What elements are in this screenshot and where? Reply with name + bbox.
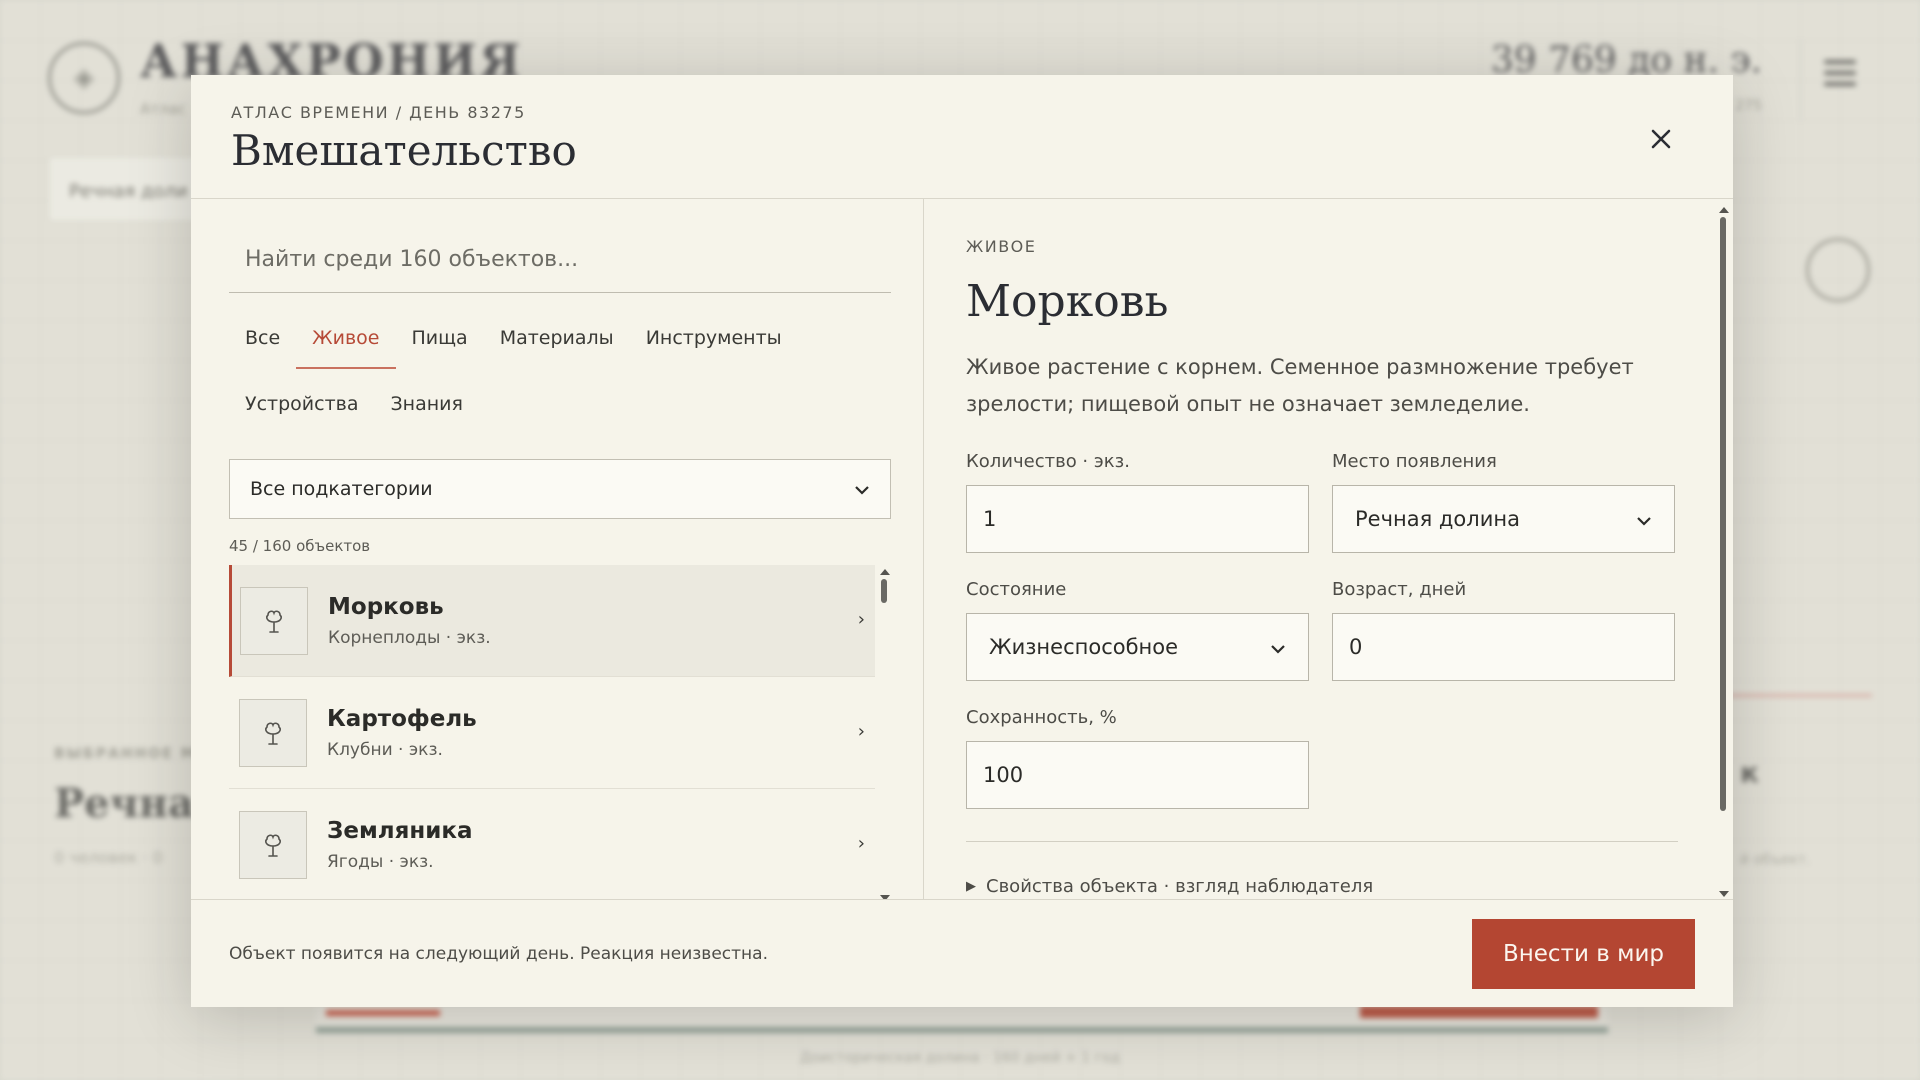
modal-title: Вмешательство bbox=[231, 126, 577, 175]
place-select[interactable]: Речная долина bbox=[1332, 485, 1675, 553]
properties-toggle-label: Свойства объекта · взгляд наблюдателя bbox=[986, 876, 1374, 897]
tab-tools[interactable]: Инструменты bbox=[630, 309, 798, 369]
triangle-right-icon: ▶ bbox=[966, 879, 976, 894]
menu-icon bbox=[1824, 60, 1856, 88]
submit-button[interactable]: Внести в мир bbox=[1472, 918, 1695, 989]
age-input[interactable]: 0 bbox=[1332, 613, 1675, 681]
tab-knowledge[interactable]: Знания bbox=[374, 375, 478, 435]
chevron-right-icon: › bbox=[857, 833, 865, 854]
tab-living[interactable]: Живое bbox=[296, 309, 396, 369]
preservation-label: Сохранность, % bbox=[966, 707, 1117, 728]
background-timeline-button bbox=[1360, 1006, 1598, 1018]
plant-icon bbox=[239, 698, 307, 767]
subcategory-value: Все подкатегории bbox=[250, 478, 433, 500]
item-name: Морковь bbox=[328, 593, 444, 620]
search-input[interactable] bbox=[229, 227, 891, 293]
background-right-meta: й объект. bbox=[1740, 852, 1811, 868]
background-timeline-marker bbox=[326, 1010, 440, 1016]
category-tabs: Все Живое Пища Материалы Инструменты bbox=[229, 309, 891, 369]
intervention-modal: АТЛАС ВРЕМЕНИ / ДЕНЬ 83275 Вмешательство… bbox=[191, 75, 1733, 1007]
close-button[interactable] bbox=[1645, 123, 1677, 155]
detail-pane: ЖИВОЕ Морковь Живое растение с корнем. С… bbox=[925, 199, 1733, 899]
current-date-sub: 275 bbox=[1735, 98, 1762, 114]
background-footer: Доисторическая долина · 160 дней + 1 год bbox=[800, 1050, 1121, 1066]
category-tabs-row2: Устройства Знания bbox=[229, 375, 891, 435]
list-item[interactable]: Земляника Ягоды · экз. › bbox=[229, 789, 875, 899]
scroll-down-icon[interactable] bbox=[1719, 891, 1729, 897]
detail-category: ЖИВОЕ bbox=[966, 237, 1037, 256]
chevron-down-icon bbox=[1636, 507, 1652, 531]
quantity-label: Количество · экз. bbox=[966, 451, 1130, 472]
tab-materials[interactable]: Материалы bbox=[484, 309, 630, 369]
age-label: Возраст, дней bbox=[1332, 579, 1467, 600]
background-meta: 0 человек · 0 bbox=[54, 848, 163, 867]
background-section-label: ВЫБРАННОЕ М bbox=[54, 746, 197, 762]
item-subtitle: Корнеплоды · экз. bbox=[328, 627, 491, 648]
quantity-field: Количество · экз. 1 bbox=[966, 451, 1309, 553]
preservation-field: Сохранность, % 100 bbox=[966, 707, 1309, 809]
detail-scrollbar[interactable] bbox=[1717, 207, 1731, 899]
place-value: Речная долина bbox=[1355, 507, 1520, 531]
scroll-thumb[interactable] bbox=[881, 579, 887, 603]
chevron-right-icon: › bbox=[857, 609, 865, 630]
quantity-value: 1 bbox=[983, 507, 997, 531]
subcategory-select[interactable]: Все подкатегории bbox=[229, 459, 891, 519]
state-label: Состояние bbox=[966, 579, 1067, 600]
tab-food[interactable]: Пища bbox=[396, 309, 484, 369]
state-field: Состояние Жизнеспособное bbox=[966, 579, 1309, 681]
item-subtitle: Ягоды · экз. bbox=[327, 851, 434, 872]
breadcrumb: АТЛАС ВРЕМЕНИ / ДЕНЬ 83275 bbox=[231, 103, 526, 122]
state-value: Жизнеспособное bbox=[989, 635, 1179, 659]
header-divider bbox=[1800, 40, 1801, 120]
scroll-up-icon[interactable] bbox=[880, 569, 890, 575]
detail-title: Морковь bbox=[966, 276, 1169, 327]
form-divider bbox=[966, 841, 1678, 842]
scroll-thumb[interactable] bbox=[1720, 217, 1726, 811]
tab-devices[interactable]: Устройства bbox=[229, 375, 374, 435]
scroll-up-icon[interactable] bbox=[1719, 207, 1729, 213]
list-scrollbar[interactable] bbox=[877, 565, 891, 899]
list-item[interactable]: Морковь Корнеплоды · экз. › bbox=[229, 565, 875, 677]
tab-all[interactable]: Все bbox=[229, 309, 296, 369]
detail-form: Количество · экз. 1 Место появления Речн… bbox=[966, 451, 1678, 809]
chevron-down-icon bbox=[1270, 635, 1286, 659]
brand-subtitle: Атлас bbox=[140, 100, 187, 118]
place-label: Место появления bbox=[1332, 451, 1497, 472]
chevron-right-icon: › bbox=[857, 721, 865, 742]
detail-description: Живое растение с корнем. Семенное размно… bbox=[966, 355, 1634, 416]
modal-body: Все Живое Пища Материалы Инструменты Уст… bbox=[191, 199, 1733, 899]
plant-icon bbox=[239, 810, 307, 879]
preservation-value: 100 bbox=[983, 763, 1024, 787]
state-select[interactable]: Жизнеспособное bbox=[966, 613, 1309, 681]
modal-footer: Объект появится на следующий день. Реакц… bbox=[191, 899, 1733, 1007]
place-field: Место появления Речная долина bbox=[1332, 451, 1675, 553]
catalog-pane: Все Живое Пища Материалы Инструменты Уст… bbox=[191, 199, 924, 899]
object-count: 45 / 160 объектов bbox=[229, 537, 371, 555]
item-name: Картофель bbox=[327, 705, 477, 732]
properties-toggle[interactable]: ▶ Свойства объекта · взгляд наблюдателя bbox=[966, 876, 1677, 897]
item-name: Земляника bbox=[327, 817, 473, 844]
quantity-input[interactable]: 1 bbox=[966, 485, 1309, 553]
list-item[interactable]: Картофель Клубни · экз. › bbox=[229, 677, 875, 789]
age-value: 0 bbox=[1349, 635, 1363, 659]
footer-note: Объект появится на следующий день. Реакц… bbox=[229, 943, 768, 964]
plant-icon bbox=[240, 586, 308, 655]
close-icon bbox=[1651, 129, 1671, 149]
logo-icon: ◈ bbox=[48, 42, 120, 114]
age-field: Возраст, дней 0 bbox=[1332, 579, 1675, 681]
background-right-text: к bbox=[1740, 756, 1760, 789]
compass-icon bbox=[1806, 238, 1870, 302]
preservation-input[interactable]: 100 bbox=[966, 741, 1309, 809]
object-list: Морковь Корнеплоды · экз. › Картофель Кл… bbox=[229, 565, 891, 899]
item-subtitle: Клубни · экз. bbox=[327, 739, 443, 760]
chevron-down-icon bbox=[854, 478, 870, 500]
modal-header: АТЛАС ВРЕМЕНИ / ДЕНЬ 83275 Вмешательство bbox=[191, 75, 1733, 199]
